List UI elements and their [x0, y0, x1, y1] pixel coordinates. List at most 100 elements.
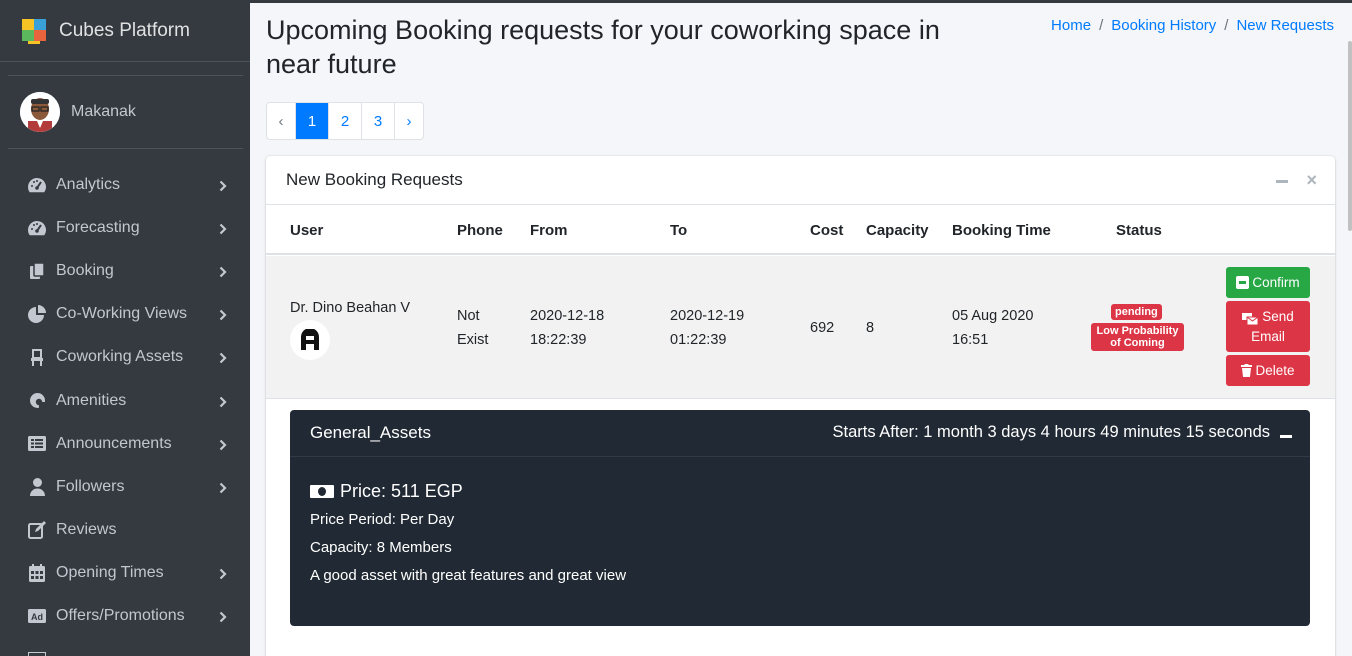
mail-bulk-icon — [1242, 311, 1259, 325]
chevron-right-icon — [219, 308, 227, 321]
breadcrumb-booking-history[interactable]: Booking History — [1111, 17, 1216, 34]
send-label: Send — [1262, 308, 1294, 324]
sidebar-item-label: Announcements — [56, 434, 172, 452]
asset-capacity: Capacity: 8 Members — [310, 539, 452, 556]
breadcrumb: Home / Booking History / New Requests — [1051, 17, 1334, 34]
from-time-cell: 18:22:39 — [530, 332, 587, 348]
sidebar-item-label: Followers — [56, 477, 125, 495]
money-bill-icon — [310, 485, 334, 498]
sidebar-item-announcements[interactable]: Announcements — [8, 422, 242, 465]
table-header: User Phone From To Cost Capacity Booking… — [266, 205, 1335, 255]
column-header-booking-time: Booking Time — [952, 222, 1051, 239]
page-3-button[interactable]: 3 — [362, 103, 395, 139]
pie-chart-icon — [26, 304, 48, 324]
amenities-icon — [26, 391, 48, 411]
delete-button[interactable]: Delete — [1226, 355, 1310, 386]
to-date-cell: 2020-12-19 — [670, 308, 745, 324]
asset-body: Price: 511 EGP Price Period: Per Day Cap… — [290, 457, 1310, 619]
sidebar-item-coworking-assets[interactable]: Coworking Assets — [8, 336, 242, 379]
copy-icon — [26, 261, 48, 281]
asset-price-row: Price: 511 EGP — [310, 481, 1290, 502]
column-header-cost: Cost — [810, 222, 844, 239]
minus-square-icon — [1236, 276, 1250, 289]
status-badge: pending — [1111, 304, 1162, 320]
close-icon[interactable]: × — [1306, 171, 1317, 189]
list-alt-icon — [26, 434, 48, 454]
table-row[interactable]: Dr. Dino Beahan V Not Exist 2020-12-18 1… — [266, 256, 1335, 399]
email-label: Email — [1251, 328, 1285, 344]
page-next-button[interactable]: › — [395, 103, 423, 139]
booking-date-cell: 05 Aug 2020 — [952, 308, 1034, 324]
sidebar-item-opening-times[interactable]: Opening Times — [8, 552, 242, 595]
avatar — [20, 92, 60, 132]
card-title: New Booking Requests — [286, 170, 463, 189]
asset-description: A good asset with great features and gre… — [310, 567, 627, 584]
column-header-user: User — [290, 222, 324, 239]
minus-icon[interactable] — [1280, 435, 1292, 438]
brand-link[interactable]: Cubes Platform — [0, 0, 250, 62]
confirm-label: Confirm — [1252, 275, 1300, 290]
sidebar-item-co-working-views[interactable]: Co-Working Views — [8, 293, 242, 336]
sidebar-item-label: Amenities — [56, 391, 127, 409]
sidebar-item-followers[interactable]: Followers — [8, 465, 242, 508]
sidebar-item-offers-promotions[interactable]: Ad Offers/Promotions — [8, 595, 242, 638]
sidebar-item-amenities[interactable]: Amenities — [8, 379, 242, 422]
page-1-button[interactable]: 1 — [296, 103, 329, 139]
sidebar-item-more[interactable] — [8, 638, 242, 656]
page-2-button[interactable]: 2 — [329, 103, 362, 139]
sidebar-item-label: Forecasting — [56, 218, 140, 236]
confirm-button[interactable]: Confirm — [1226, 267, 1310, 298]
chevron-right-icon — [219, 610, 227, 623]
sidebar-nav: Analytics Forecasting Booking Co-Working… — [8, 163, 242, 656]
breadcrumb-home[interactable]: Home — [1051, 17, 1091, 34]
breadcrumb-new-requests[interactable]: New Requests — [1236, 17, 1334, 34]
delete-label: Delete — [1255, 363, 1295, 378]
chevron-right-icon — [219, 222, 227, 235]
brand-name: Cubes Platform — [59, 19, 190, 41]
sidebar-item-label: Opening Times — [56, 564, 164, 582]
booking-time-cell: 16:51 — [952, 332, 989, 348]
to-time-cell: 01:22:39 — [670, 332, 727, 348]
scrollbar[interactable] — [1348, 41, 1352, 231]
cost-cell: 692 — [810, 320, 835, 336]
phone-cell-line2: Exist — [457, 332, 489, 348]
user-name-cell: Dr. Dino Beahan V — [290, 300, 411, 316]
chevron-right-icon — [219, 395, 227, 407]
asset-price-period: Price Period: Per Day — [310, 511, 455, 528]
probability-line1: Low Probability — [1096, 325, 1179, 337]
chevron-right-icon — [219, 567, 227, 580]
list-alt-icon — [26, 650, 48, 656]
probability-badge: Low Probability of Coming — [1091, 323, 1184, 351]
page-prev-button[interactable]: ‹ — [267, 103, 296, 139]
cubes-logo-icon — [20, 16, 50, 46]
sidebar-item-label: Co-Working Views — [56, 305, 188, 323]
sidebar: Cubes Platform Makanak Analytics Forecas… — [0, 0, 250, 656]
user-icon — [26, 477, 48, 497]
sidebar-item-label: Offers/Promotions — [56, 607, 185, 625]
user-panel[interactable]: Makanak — [8, 75, 243, 149]
capacity-cell: 8 — [866, 320, 875, 336]
pagination: ‹ 1 2 3 › — [266, 102, 424, 140]
from-date-cell: 2020-12-18 — [530, 308, 605, 324]
send-email-button[interactable]: Send Email — [1226, 301, 1310, 352]
minus-icon[interactable] — [1276, 180, 1289, 183]
breadcrumb-separator: / — [1099, 17, 1104, 34]
asset-price: Price: 511 EGP — [340, 481, 463, 501]
sidebar-item-reviews[interactable]: Reviews — [8, 509, 242, 552]
column-header-capacity: Capacity — [866, 222, 929, 239]
sidebar-item-label: Coworking Assets — [56, 348, 184, 366]
asset-starts-after: Starts After: 1 month 3 days 4 hours 49 … — [832, 423, 1271, 441]
sidebar-item-booking[interactable]: Booking — [8, 249, 242, 292]
asset-name: General_Assets — [310, 423, 431, 442]
trash-icon — [1241, 364, 1253, 377]
column-header-status: Status — [1116, 222, 1162, 239]
sidebar-item-analytics[interactable]: Analytics — [8, 163, 242, 206]
user-name: Makanak — [71, 103, 136, 120]
sidebar-item-label: Reviews — [56, 521, 117, 539]
breadcrumb-separator: / — [1224, 17, 1229, 34]
chevron-right-icon — [219, 265, 227, 278]
calendar-icon — [26, 563, 48, 583]
sidebar-item-forecasting[interactable]: Forecasting — [8, 206, 242, 249]
chevron-right-icon — [219, 351, 227, 364]
chevron-right-icon — [219, 179, 227, 191]
